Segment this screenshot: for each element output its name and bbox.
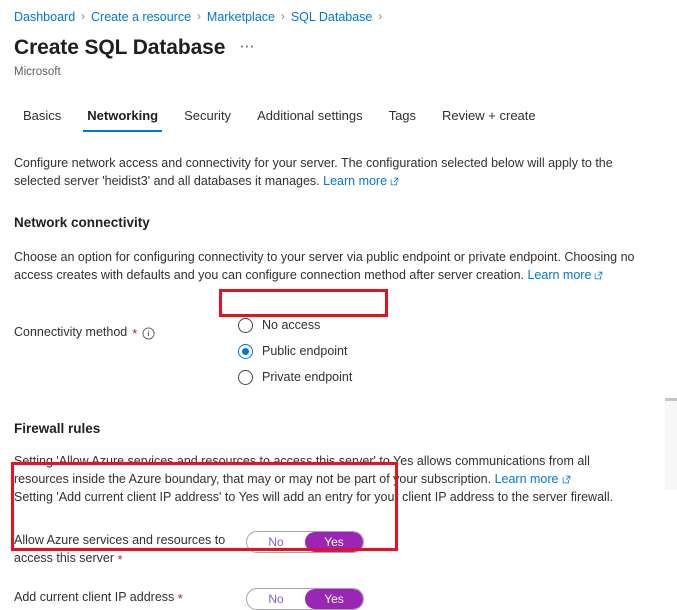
toggle-option-no[interactable]: No bbox=[247, 532, 305, 552]
add-current-client-ip-row: Add current client IP address * No Yes bbox=[14, 588, 663, 610]
firewall-rules-description: Setting 'Allow Azure services and resour… bbox=[14, 452, 646, 506]
firewall-rules-learn-more-label: Learn more bbox=[494, 472, 559, 486]
radio-icon bbox=[238, 317, 253, 333]
radio-option-public-endpoint[interactable]: Public endpoint bbox=[236, 338, 352, 364]
wizard-tabs: Basics Networking Security Additional se… bbox=[0, 80, 677, 132]
firewall-rules-description-line2: Setting 'Add current client IP address' … bbox=[14, 490, 614, 504]
tab-basics[interactable]: Basics bbox=[14, 107, 74, 132]
tab-networking[interactable]: Networking bbox=[74, 107, 171, 132]
page-title: Create SQL Database bbox=[14, 36, 226, 59]
tab-tags[interactable]: Tags bbox=[376, 107, 429, 132]
scrollbar-thumb-cap bbox=[665, 398, 677, 401]
toggle-option-yes[interactable]: Yes bbox=[305, 589, 363, 609]
connectivity-method-radio-group: No access Public endpoint Private endpoi… bbox=[236, 310, 352, 390]
toggle-option-yes[interactable]: Yes bbox=[305, 532, 363, 552]
breadcrumb-separator-icon: › bbox=[281, 11, 285, 23]
radio-option-no-access[interactable]: No access bbox=[236, 312, 352, 338]
connectivity-method-label-group: Connectivity method * bbox=[14, 310, 236, 341]
tab-review-create[interactable]: Review + create bbox=[429, 107, 549, 132]
more-options-icon[interactable]: ⋯ bbox=[239, 39, 255, 54]
breadcrumb-item-marketplace[interactable]: Marketplace bbox=[207, 8, 275, 26]
radio-option-label: Public endpoint bbox=[262, 344, 348, 358]
intro-paragraph: Configure network access and connectivit… bbox=[14, 154, 646, 190]
network-connectivity-learn-more-label: Learn more bbox=[527, 268, 592, 282]
intro-learn-more-link[interactable]: Learn more bbox=[323, 174, 399, 188]
page-header: Create SQL Database ⋯ bbox=[0, 28, 677, 62]
tab-additional-settings[interactable]: Additional settings bbox=[244, 107, 376, 132]
allow-azure-services-row: Allow Azure services and resources to ac… bbox=[14, 531, 663, 567]
connectivity-method-field: Connectivity method * No access Public e… bbox=[14, 310, 663, 390]
external-link-icon bbox=[562, 475, 571, 484]
connectivity-method-label: Connectivity method bbox=[14, 325, 128, 339]
radio-option-private-endpoint[interactable]: Private endpoint bbox=[236, 364, 352, 390]
radio-icon bbox=[238, 369, 253, 385]
create-sql-database-page: Dashboard › Create a resource › Marketpl… bbox=[0, 0, 677, 610]
external-link-icon bbox=[594, 271, 603, 280]
add-current-client-ip-label: Add current client IP address bbox=[14, 590, 175, 604]
radio-option-label: No access bbox=[262, 318, 321, 332]
add-current-client-ip-label-group: Add current client IP address * bbox=[14, 588, 246, 606]
network-connectivity-learn-more-link[interactable]: Learn more bbox=[527, 268, 603, 282]
vertical-scrollbar[interactable] bbox=[665, 398, 677, 490]
external-link-icon bbox=[390, 177, 399, 186]
page-subtitle: Microsoft bbox=[14, 66, 61, 78]
radio-icon-selected bbox=[238, 343, 253, 359]
breadcrumb-separator-icon: › bbox=[81, 11, 85, 23]
breadcrumb-item-dashboard[interactable]: Dashboard bbox=[14, 8, 75, 26]
breadcrumb: Dashboard › Create a resource › Marketpl… bbox=[0, 0, 677, 28]
breadcrumb-separator-icon: › bbox=[197, 11, 201, 23]
breadcrumb-item-sql-database[interactable]: SQL Database bbox=[291, 8, 373, 26]
intro-text: Configure network access and connectivit… bbox=[14, 156, 613, 188]
toggle-option-no[interactable]: No bbox=[247, 589, 305, 609]
network-connectivity-description: Choose an option for configuring connect… bbox=[14, 248, 646, 284]
intro-learn-more-label: Learn more bbox=[323, 174, 388, 188]
breadcrumb-separator-icon: › bbox=[378, 11, 383, 23]
network-connectivity-heading: Network connectivity bbox=[14, 215, 150, 230]
radio-option-label: Private endpoint bbox=[262, 370, 353, 384]
required-asterisk: * bbox=[132, 326, 138, 341]
allow-azure-services-toggle[interactable]: No Yes bbox=[246, 531, 364, 553]
add-current-client-ip-toggle[interactable]: No Yes bbox=[246, 588, 364, 610]
firewall-rules-learn-more-link[interactable]: Learn more bbox=[495, 472, 571, 486]
allow-azure-services-label-group: Allow Azure services and resources to ac… bbox=[14, 531, 246, 567]
info-icon[interactable] bbox=[142, 326, 155, 340]
breadcrumb-item-create-a-resource[interactable]: Create a resource bbox=[91, 8, 191, 26]
scrollbar-thumb[interactable] bbox=[665, 398, 677, 490]
required-asterisk: * bbox=[117, 552, 123, 567]
tab-security[interactable]: Security bbox=[171, 107, 244, 132]
firewall-rules-heading: Firewall rules bbox=[14, 421, 101, 436]
required-asterisk: * bbox=[177, 591, 183, 606]
networking-panel: Configure network access and connectivit… bbox=[0, 154, 677, 610]
